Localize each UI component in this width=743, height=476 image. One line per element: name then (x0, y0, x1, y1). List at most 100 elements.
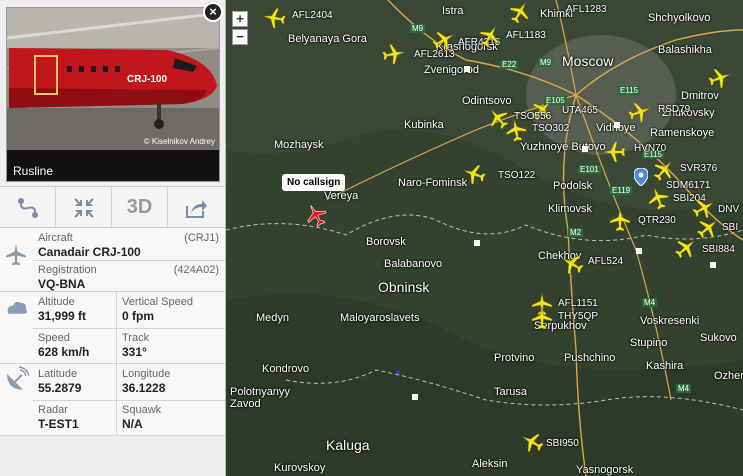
airplane-icon[interactable] (382, 42, 406, 66)
callsign-label: SBI884 (702, 244, 735, 255)
road-sign: M9 (410, 24, 426, 33)
track-value: 331° (122, 345, 147, 359)
track-field: Track 331° (122, 328, 149, 362)
center-button[interactable] (56, 187, 112, 228)
callsign-label: UTA465 (562, 105, 598, 116)
road-sign: M4 (676, 384, 692, 393)
city-label: Medyn (256, 312, 290, 324)
city-label: Tarusa (494, 386, 528, 398)
city-label: Zvenigorod (424, 64, 480, 76)
callsign-label: TSO122 (498, 170, 536, 181)
city-label: Aleksin (472, 458, 508, 470)
city-label: Belyanaya Gora (288, 33, 367, 45)
airport-marker[interactable] (582, 146, 588, 152)
callsign-label: AFL1283 (566, 4, 607, 15)
callsign-label: TSO302 (532, 123, 570, 134)
aircraft-photo: CRJ-100 (7, 8, 219, 150)
city-label: Maloyaroslavets (340, 312, 420, 324)
city-label: Mozhaysk (274, 139, 324, 151)
vertical-speed-field: Vertical Speed 0 fpm (122, 292, 193, 326)
airplane-icon[interactable] (478, 24, 502, 48)
radar-field: Radar T-EST1 (38, 400, 79, 434)
city-label: Shchyolkovo (648, 12, 711, 24)
flight-map[interactable]: + − Istra Khimki Shchyolkovo Belyanaya G… (226, 0, 743, 476)
airplane-icon[interactable] (696, 216, 720, 240)
city-label: Balabanovo (384, 258, 443, 270)
callsign-label: SVR376 (680, 163, 718, 174)
callsign-label: RSD79 (658, 104, 691, 115)
radar-label: Radar (38, 404, 68, 416)
close-button[interactable]: × (203, 2, 223, 22)
airplane-icon[interactable] (708, 66, 732, 90)
airplane-icon[interactable] (504, 118, 528, 142)
city-label: Vereya (324, 190, 359, 202)
squawk-value: N/A (122, 417, 143, 431)
airplane-icon[interactable] (652, 158, 676, 182)
longitude-field: Longitude 36.1228 (122, 364, 170, 398)
selected-aircraft-label[interactable]: No callsign (282, 174, 346, 191)
airport-marker[interactable] (412, 394, 418, 400)
airplane-icon[interactable] (462, 162, 486, 186)
aircraft-code: (CRJ1) (184, 232, 219, 244)
registration-field: Registration VQ-BNA (38, 260, 97, 294)
city-label: Sukovo (700, 332, 737, 344)
speed-value: 628 km/h (38, 345, 90, 359)
city-label: Istra (442, 5, 464, 17)
action-toolbar: 3D (0, 186, 225, 228)
divider (116, 292, 117, 364)
position-section: Latitude 55.2879 Longitude 36.1228 Radar… (0, 364, 225, 436)
city-label: Kubinka (404, 119, 444, 131)
airplane-icon[interactable] (602, 140, 626, 164)
city-label: Balashikha (658, 44, 712, 56)
share-button[interactable] (168, 187, 224, 228)
airplane-icon[interactable] (432, 28, 456, 52)
city-label: Stupino (630, 337, 668, 349)
flight-info-panel: CRJ-100 © Kiselnikov Andrey Rusline × 3D (0, 0, 226, 476)
airplane-icon (6, 243, 26, 266)
airplane-icon[interactable] (560, 252, 584, 276)
airplane-icon[interactable] (628, 100, 652, 124)
speed-label: Speed (38, 332, 70, 344)
city-label: Obninsk (378, 279, 430, 295)
longitude-label: Longitude (122, 368, 171, 380)
airport-marker[interactable] (464, 66, 470, 72)
city-label: Moscow (562, 53, 614, 69)
road-sign: M9 (538, 58, 554, 67)
airport-marker[interactable] (636, 248, 642, 254)
selected-airplane-icon[interactable] (304, 203, 328, 227)
city-label: Borovsk (366, 236, 406, 248)
location-pin-icon[interactable] (634, 168, 648, 186)
callsign-label: THY5QP (558, 311, 599, 322)
airplane-icon[interactable] (508, 0, 532, 24)
zoom-out-button[interactable]: − (232, 29, 248, 45)
photo-credit: © Kiselnikov Andrey (143, 137, 215, 146)
view-3d-button[interactable]: 3D (112, 187, 168, 228)
callsign-label: SBI950 (546, 438, 579, 449)
city-label: Polotnyanyy Zavod (230, 386, 290, 410)
airplane-icon[interactable] (608, 208, 632, 232)
city-label: Ozher (714, 370, 743, 382)
airplane-icon[interactable] (520, 430, 544, 454)
airport-marker[interactable] (710, 262, 716, 268)
latitude-field: Latitude 55.2879 (38, 364, 81, 398)
city-label: Protvino (494, 352, 535, 364)
city-label: Podolsk (553, 180, 593, 192)
airplane-icon[interactable] (674, 236, 698, 260)
airport-marker[interactable] (474, 240, 480, 246)
callsign-label: AFL524 (588, 256, 624, 267)
zoom-in-button[interactable]: + (232, 11, 248, 27)
route-button[interactable] (0, 187, 56, 228)
aircraft-value: Canadair CRJ-100 (38, 245, 141, 259)
callsign-label: HVN70 (634, 143, 667, 154)
city-label: Kurovskoy (274, 462, 326, 474)
satellite-dish-icon (7, 366, 30, 390)
vertical-speed-value: 0 fpm (122, 309, 155, 323)
registration-code: (424A02) (173, 264, 219, 276)
airport-marker[interactable] (614, 122, 620, 128)
city-label: Pushchino (564, 352, 616, 364)
callsign-label: AFL2404 (292, 10, 333, 21)
callsign-label: QTR230 (638, 215, 676, 226)
airplane-icon[interactable] (262, 6, 286, 30)
airplane-icon[interactable] (646, 186, 670, 210)
airplane-icon[interactable] (530, 306, 554, 330)
